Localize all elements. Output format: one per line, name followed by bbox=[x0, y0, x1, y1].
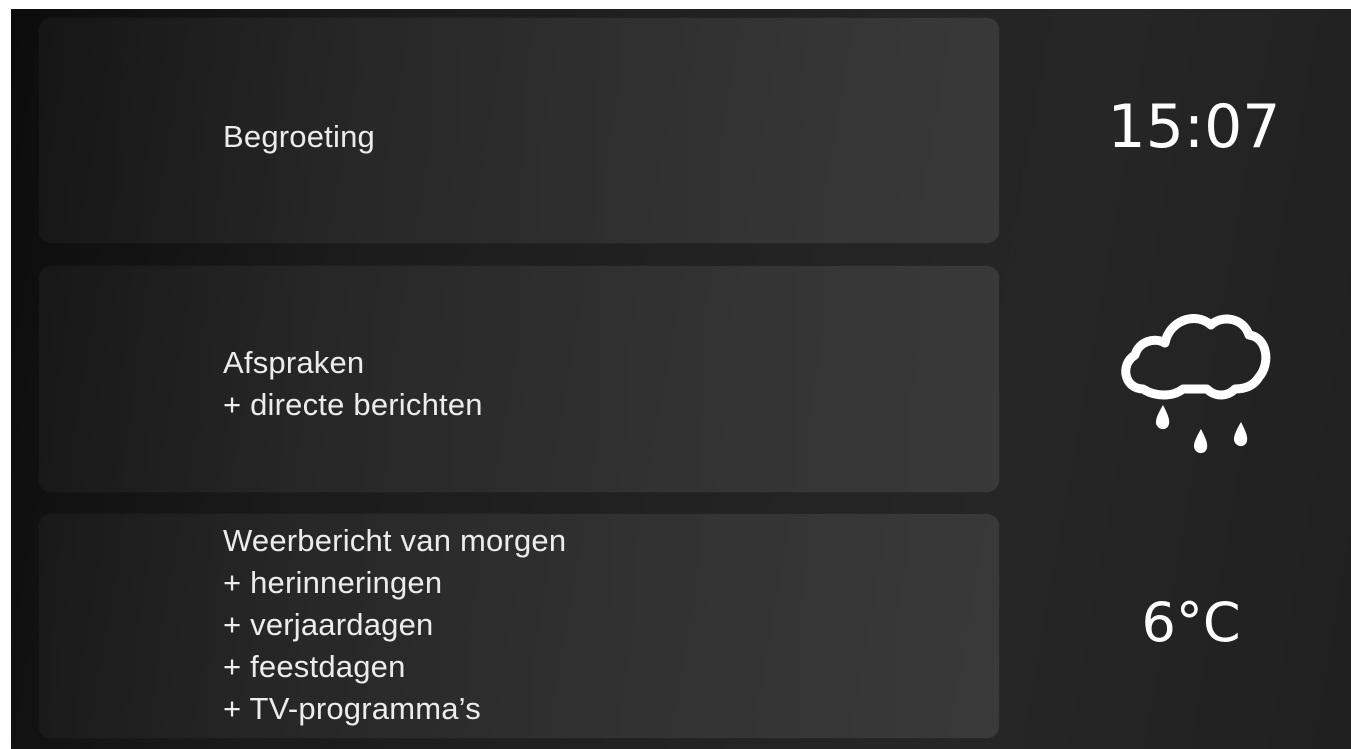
direct-messages-line: + directe berichten bbox=[223, 387, 483, 422]
greeting-line: Begroeting bbox=[223, 119, 375, 154]
rain-cloud-icon bbox=[1121, 314, 1271, 454]
holidays-line: + feestdagen bbox=[223, 649, 406, 684]
display-screen: Begroeting Afspraken + directe berichten… bbox=[11, 9, 1351, 749]
temperature-value: 6°C bbox=[1141, 591, 1241, 654]
greeting-text: Begroeting bbox=[223, 116, 375, 158]
appointments-panel: Afspraken + directe berichten bbox=[39, 266, 999, 492]
birthdays-line: + verjaardagen bbox=[223, 607, 434, 642]
forecast-panel: Weerbericht van morgen + herinneringen +… bbox=[39, 514, 999, 738]
tv-programs-line: + TV-programma’s bbox=[223, 691, 481, 726]
clock-time: 15:07 bbox=[1107, 92, 1281, 162]
forecast-line: Weerbericht van morgen bbox=[223, 523, 567, 558]
appointments-text: Afspraken + directe berichten bbox=[223, 342, 483, 426]
greeting-panel: Begroeting bbox=[39, 18, 999, 243]
reminders-line: + herinneringen bbox=[223, 565, 443, 600]
appointments-line: Afspraken bbox=[223, 345, 365, 380]
forecast-text: Weerbericht van morgen + herinneringen +… bbox=[223, 520, 566, 730]
